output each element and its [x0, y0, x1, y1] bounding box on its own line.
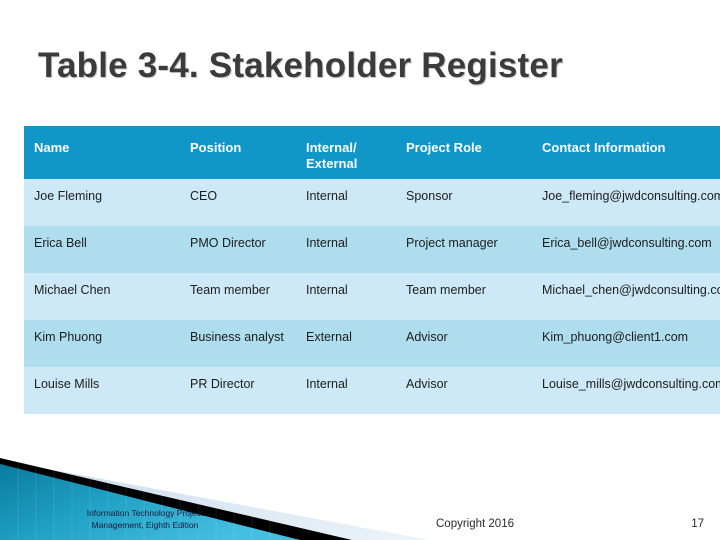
cell-position: PR Director	[180, 367, 296, 414]
cell-name: Erica Bell	[24, 226, 180, 273]
cell-name: Michael Chen	[24, 273, 180, 320]
table-row: Erica Bell PMO Director Internal Project…	[24, 226, 720, 273]
cell-contact: Louise_mills@jwdconsulting.com	[532, 367, 720, 414]
table-row: Joe Fleming CEO Internal Sponsor Joe_fle…	[24, 179, 720, 226]
footer-book-title-line-2: Management, Eighth Edition	[91, 520, 199, 531]
table-header-row: Name Position Internal/ External Project…	[24, 126, 720, 179]
cell-project-role: Team member	[396, 273, 532, 320]
cell-internal-external: Internal	[296, 226, 396, 273]
table-row: Michael Chen Team member Internal Team m…	[24, 273, 720, 320]
column-header-position: Position	[180, 126, 296, 179]
cell-contact: Michael_chen@jwdconsulting.com	[532, 273, 720, 320]
footer-book-title: Information Technology Project Managemen…	[40, 507, 250, 533]
cell-internal-external: External	[296, 320, 396, 367]
footer-book-title-line-1: Information Technology Project	[86, 507, 204, 518]
cell-internal-external: Internal	[296, 179, 396, 226]
cell-internal-external: Internal	[296, 273, 396, 320]
footer-page-number: 17	[691, 518, 704, 530]
cell-position: Team member	[180, 273, 296, 320]
cell-position: CEO	[180, 179, 296, 226]
page-title: Table 3-4. Stakeholder Register	[38, 46, 563, 85]
column-header-project-role: Project Role	[396, 126, 532, 179]
table-row: Louise Mills PR Director Internal Adviso…	[24, 367, 720, 414]
cell-contact: Joe_fleming@jwdconsulting.com	[532, 179, 720, 226]
cell-project-role: Advisor	[396, 367, 532, 414]
cell-name: Joe Fleming	[24, 179, 180, 226]
stakeholder-register-table: Name Position Internal/ External Project…	[24, 126, 720, 414]
cell-project-role: Sponsor	[396, 179, 532, 226]
cell-contact: Erica_bell@jwdconsulting.com	[532, 226, 720, 273]
footer-copyright: Copyright 2016	[436, 518, 514, 530]
table-row: Kim Phuong Business analyst External Adv…	[24, 320, 720, 367]
cell-project-role: Advisor	[396, 320, 532, 367]
cell-name: Louise Mills	[24, 367, 180, 414]
column-header-name: Name	[24, 126, 180, 179]
column-header-contact-information: Contact Information	[532, 126, 720, 179]
column-header-internal-external: Internal/ External	[296, 126, 396, 179]
cell-project-role: Project manager	[396, 226, 532, 273]
cell-name: Kim Phuong	[24, 320, 180, 367]
cell-position: Business analyst	[180, 320, 296, 367]
cell-position: PMO Director	[180, 226, 296, 273]
cell-internal-external: Internal	[296, 367, 396, 414]
cell-contact: Kim_phuong@client1.com	[532, 320, 720, 367]
